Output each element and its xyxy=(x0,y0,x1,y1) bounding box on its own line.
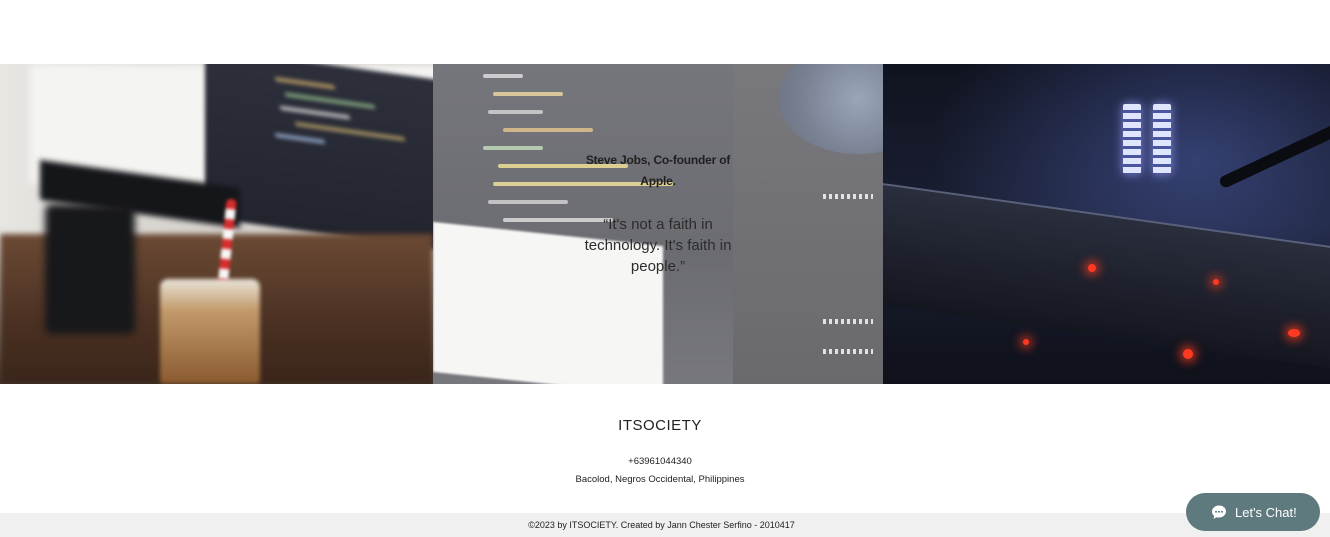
footer-phone: +63961044340 xyxy=(628,456,692,467)
desk-photo xyxy=(0,64,433,384)
copyright-bar: ©2023 by ITSOCIETY. Created by Jann Ches… xyxy=(0,513,1330,537)
chat-bubble-icon xyxy=(1212,505,1226,519)
footer-brand: ITSOCIETY xyxy=(618,417,702,434)
quote-author: Steve Jobs, Co-founder of Apple. xyxy=(585,153,731,188)
quote-text: “It's not a faith in technology. It's fa… xyxy=(584,216,732,275)
lets-chat-label: Let's Chat! xyxy=(1235,504,1297,520)
footer-address: Bacolod, Negros Occidental, Philippines xyxy=(575,474,745,485)
gpu-photo xyxy=(883,64,1330,384)
copyright-text: ©2023 by ITSOCIETY. Created by Jann Ches… xyxy=(528,520,795,530)
lets-chat-button[interactable]: Let's Chat! xyxy=(1186,493,1320,531)
